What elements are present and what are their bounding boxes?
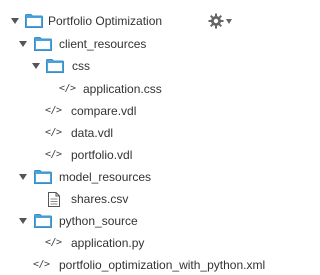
tree-item-portfolio-optimization-xml[interactable]: </> portfolio_optimization_with_python.x…	[0, 255, 265, 275]
tree-item-portfolio-vdl[interactable]: </> portfolio.vdl	[0, 145, 254, 165]
tree-item-data-vdl[interactable]: </> data.vdl	[0, 123, 254, 143]
folder-open-icon	[34, 170, 52, 184]
code-file-icon: </>	[45, 149, 62, 160]
tree-item-application-css[interactable]: </> application.css	[0, 79, 254, 99]
tree-item-shares-csv[interactable]: shares.csv	[0, 189, 254, 209]
tree-item-portfolio-optimization[interactable]: Portfolio Optimization	[0, 11, 254, 31]
tree-item-label: client_resources	[59, 37, 147, 51]
expanded-arrow-icon[interactable]	[19, 40, 27, 48]
expanded-arrow-icon[interactable]	[19, 217, 27, 225]
tree-item-label: data.vdl	[71, 126, 114, 140]
tree-item-label: model_resources	[59, 170, 152, 184]
tree-item-label: portfolio.vdl	[71, 148, 133, 162]
tree-item-python-source[interactable]: python_source	[0, 211, 254, 231]
tree-item-label: python_source	[59, 214, 138, 228]
tree-item-client-resources[interactable]: client_resources	[0, 34, 254, 54]
code-file-icon: </>	[45, 127, 62, 138]
tree-item-css[interactable]: css	[0, 56, 254, 76]
code-file-icon: </>	[45, 105, 62, 116]
tree-item-model-resources[interactable]: model_resources	[0, 167, 254, 187]
tree-item-label: shares.csv	[71, 192, 129, 206]
code-file-icon: </>	[45, 237, 62, 248]
gear-icon[interactable]	[208, 13, 224, 29]
tree-item-compare-vdl[interactable]: </> compare.vdl	[0, 101, 254, 121]
folder-open-icon	[34, 214, 52, 228]
tree-item-label: Portfolio Optimization	[48, 14, 163, 28]
document-icon	[48, 192, 60, 207]
tree-item-application-py[interactable]: </> application.py	[0, 233, 254, 253]
expanded-arrow-icon[interactable]	[11, 17, 19, 25]
tree-item-label: application.py	[71, 236, 145, 250]
caret-down-icon[interactable]	[226, 19, 232, 24]
tree-item-label: compare.vdl	[71, 104, 137, 118]
project-file-tree: Portfolio Optimization client_resources …	[0, 0, 265, 275]
folder-open-icon	[46, 59, 64, 73]
code-file-icon: </>	[59, 83, 76, 94]
tree-item-label: portfolio_optimization_with_python.xml	[59, 258, 266, 272]
tree-item-label: css	[72, 59, 90, 73]
expanded-arrow-icon[interactable]	[32, 62, 40, 70]
folder-open-icon	[25, 14, 43, 28]
expanded-arrow-icon[interactable]	[19, 173, 27, 181]
tree-item-label: application.css	[83, 82, 162, 96]
folder-open-icon	[34, 37, 52, 51]
settings-menu-button[interactable]	[208, 13, 238, 31]
code-file-icon: </>	[33, 259, 50, 270]
